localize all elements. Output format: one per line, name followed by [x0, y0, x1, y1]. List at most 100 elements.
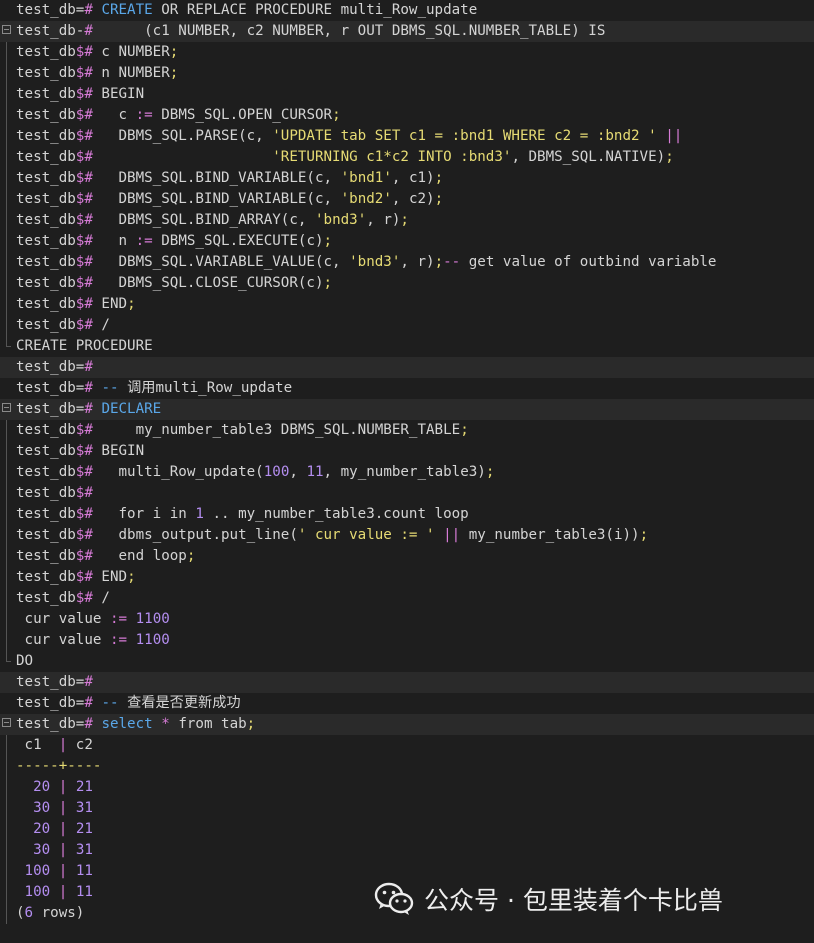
- token-prompt: test_db: [16, 212, 76, 228]
- token-op: :=: [135, 233, 153, 249]
- token-text: (: [16, 905, 25, 921]
- terminal-line: test_db$# /: [0, 315, 814, 336]
- token-prompt: test_db=: [16, 716, 85, 732]
- fold-guide: [6, 630, 7, 651]
- terminal-line: CREATE PROCEDURE: [0, 336, 814, 357]
- terminal-line: test_db$# DBMS_SQL.BIND_VARIABLE(c, 'bnd…: [0, 189, 814, 210]
- fold-collapse-icon[interactable]: [2, 25, 11, 34]
- token-op: #: [84, 716, 93, 732]
- token-text: DBMS_SQL.VARIABLE_VALUE(c,: [92, 254, 350, 270]
- terminal-line: test_db$# /: [0, 588, 814, 609]
- fold-guide: [6, 231, 7, 252]
- token-text: , r): [366, 212, 401, 228]
- token-op: $#: [75, 548, 93, 564]
- token-op: #: [84, 23, 93, 39]
- token-op: $#: [75, 107, 93, 123]
- token-op: --: [443, 254, 461, 270]
- token-num: 30: [33, 800, 51, 816]
- token-op: |: [58, 821, 68, 837]
- token-punc: ;: [323, 275, 333, 291]
- fold-guide: [6, 882, 7, 903]
- token-text: DO: [16, 653, 34, 669]
- token-punc: ;: [460, 422, 469, 438]
- token-op: #: [84, 674, 93, 690]
- terminal-line: test_db=# CREATE OR REPLACE PROCEDURE mu…: [0, 0, 814, 21]
- fold-guide: [6, 546, 7, 567]
- token-text: cur value: [16, 632, 110, 648]
- token-text: OR REPLACE PROCEDURE multi_Row_update: [152, 2, 478, 18]
- token-text: ,: [289, 464, 307, 480]
- token-op: $#: [75, 128, 93, 144]
- token-prompt: test_db: [16, 275, 76, 291]
- terminal-line: test_db$# my_number_table3 DBMS_SQL.NUMB…: [0, 420, 814, 441]
- token-text: , c1): [391, 170, 435, 186]
- token-op: $#: [75, 590, 93, 606]
- token-text: DBMS_SQL.BIND_ARRAY(c,: [92, 212, 315, 228]
- token-op: $#: [75, 191, 93, 207]
- token-op: $#: [75, 149, 93, 165]
- token-prompt: test_db: [16, 464, 76, 480]
- token-num: 20: [33, 779, 51, 795]
- terminal-line: test_db-# (c1 NUMBER, c2 NUMBER, r OUT D…: [0, 21, 814, 42]
- token-op: $#: [75, 44, 93, 60]
- token-num: 1: [195, 506, 204, 522]
- terminal-line: cur value := 1100: [0, 630, 814, 651]
- token-cm: --: [101, 695, 119, 711]
- token-kw: select: [101, 716, 153, 732]
- token-prompt: test_db=: [16, 401, 85, 417]
- terminal-line: test_db$#: [0, 483, 814, 504]
- fold-guide: [6, 504, 7, 525]
- token-prompt: test_db: [16, 170, 76, 186]
- token-prompt: test_db=: [16, 695, 85, 711]
- token-text: rows): [33, 905, 85, 921]
- token-text: DBMS_SQL.BIND_VARIABLE(c,: [92, 170, 341, 186]
- token-prompt: test_db: [16, 254, 76, 270]
- fold-guide: [6, 798, 7, 819]
- token-num: 1100: [135, 611, 170, 627]
- fold-collapse-icon[interactable]: [2, 718, 11, 727]
- token-op: $#: [75, 212, 93, 228]
- terminal-line: test_db=# -- 查看是否更新成功: [0, 693, 814, 714]
- token-num: 100: [263, 464, 290, 480]
- token-str: 'bnd3': [349, 254, 401, 270]
- fold-guide: [6, 294, 7, 315]
- fold-guide: [6, 189, 7, 210]
- token-op: $#: [75, 65, 93, 81]
- terminal-line: test_db$# for i in 1 .. my_number_table3…: [0, 504, 814, 525]
- token-num: 20: [33, 821, 51, 837]
- token-op: ||: [665, 128, 683, 144]
- token-op: $#: [75, 422, 93, 438]
- terminal-output[interactable]: test_db=# CREATE OR REPLACE PROCEDURE mu…: [0, 0, 814, 924]
- token-str: 'RETURNING c1*c2 INTO :bnd3': [272, 149, 512, 165]
- token-op: *: [161, 716, 170, 732]
- token-num: 21: [75, 821, 93, 837]
- fold-guide: [6, 525, 7, 546]
- token-prompt: test_db: [16, 44, 76, 60]
- token-prompt: test_db: [16, 527, 76, 543]
- token-op: $#: [75, 443, 93, 459]
- terminal-line: 20 | 21: [0, 819, 814, 840]
- token-op: |: [58, 800, 68, 816]
- terminal-line: 30 | 31: [0, 840, 814, 861]
- terminal-line: test_db$# end loop;: [0, 546, 814, 567]
- fold-collapse-icon[interactable]: [2, 403, 11, 412]
- token-cm: --: [101, 380, 119, 396]
- token-prompt: test_db: [16, 506, 76, 522]
- terminal-line: cur value := 1100: [0, 609, 814, 630]
- fold-guide: [6, 84, 7, 105]
- token-op: #: [84, 359, 93, 375]
- watermark-text: 公众号 · 包里装着个卡比兽: [424, 886, 723, 915]
- token-op: $#: [75, 527, 93, 543]
- token-punc: ;: [246, 716, 256, 732]
- token-op: :=: [135, 107, 153, 123]
- token-text: cur value: [16, 611, 110, 627]
- token-text: for i in: [92, 506, 196, 522]
- token-prompt: test_db: [16, 128, 76, 144]
